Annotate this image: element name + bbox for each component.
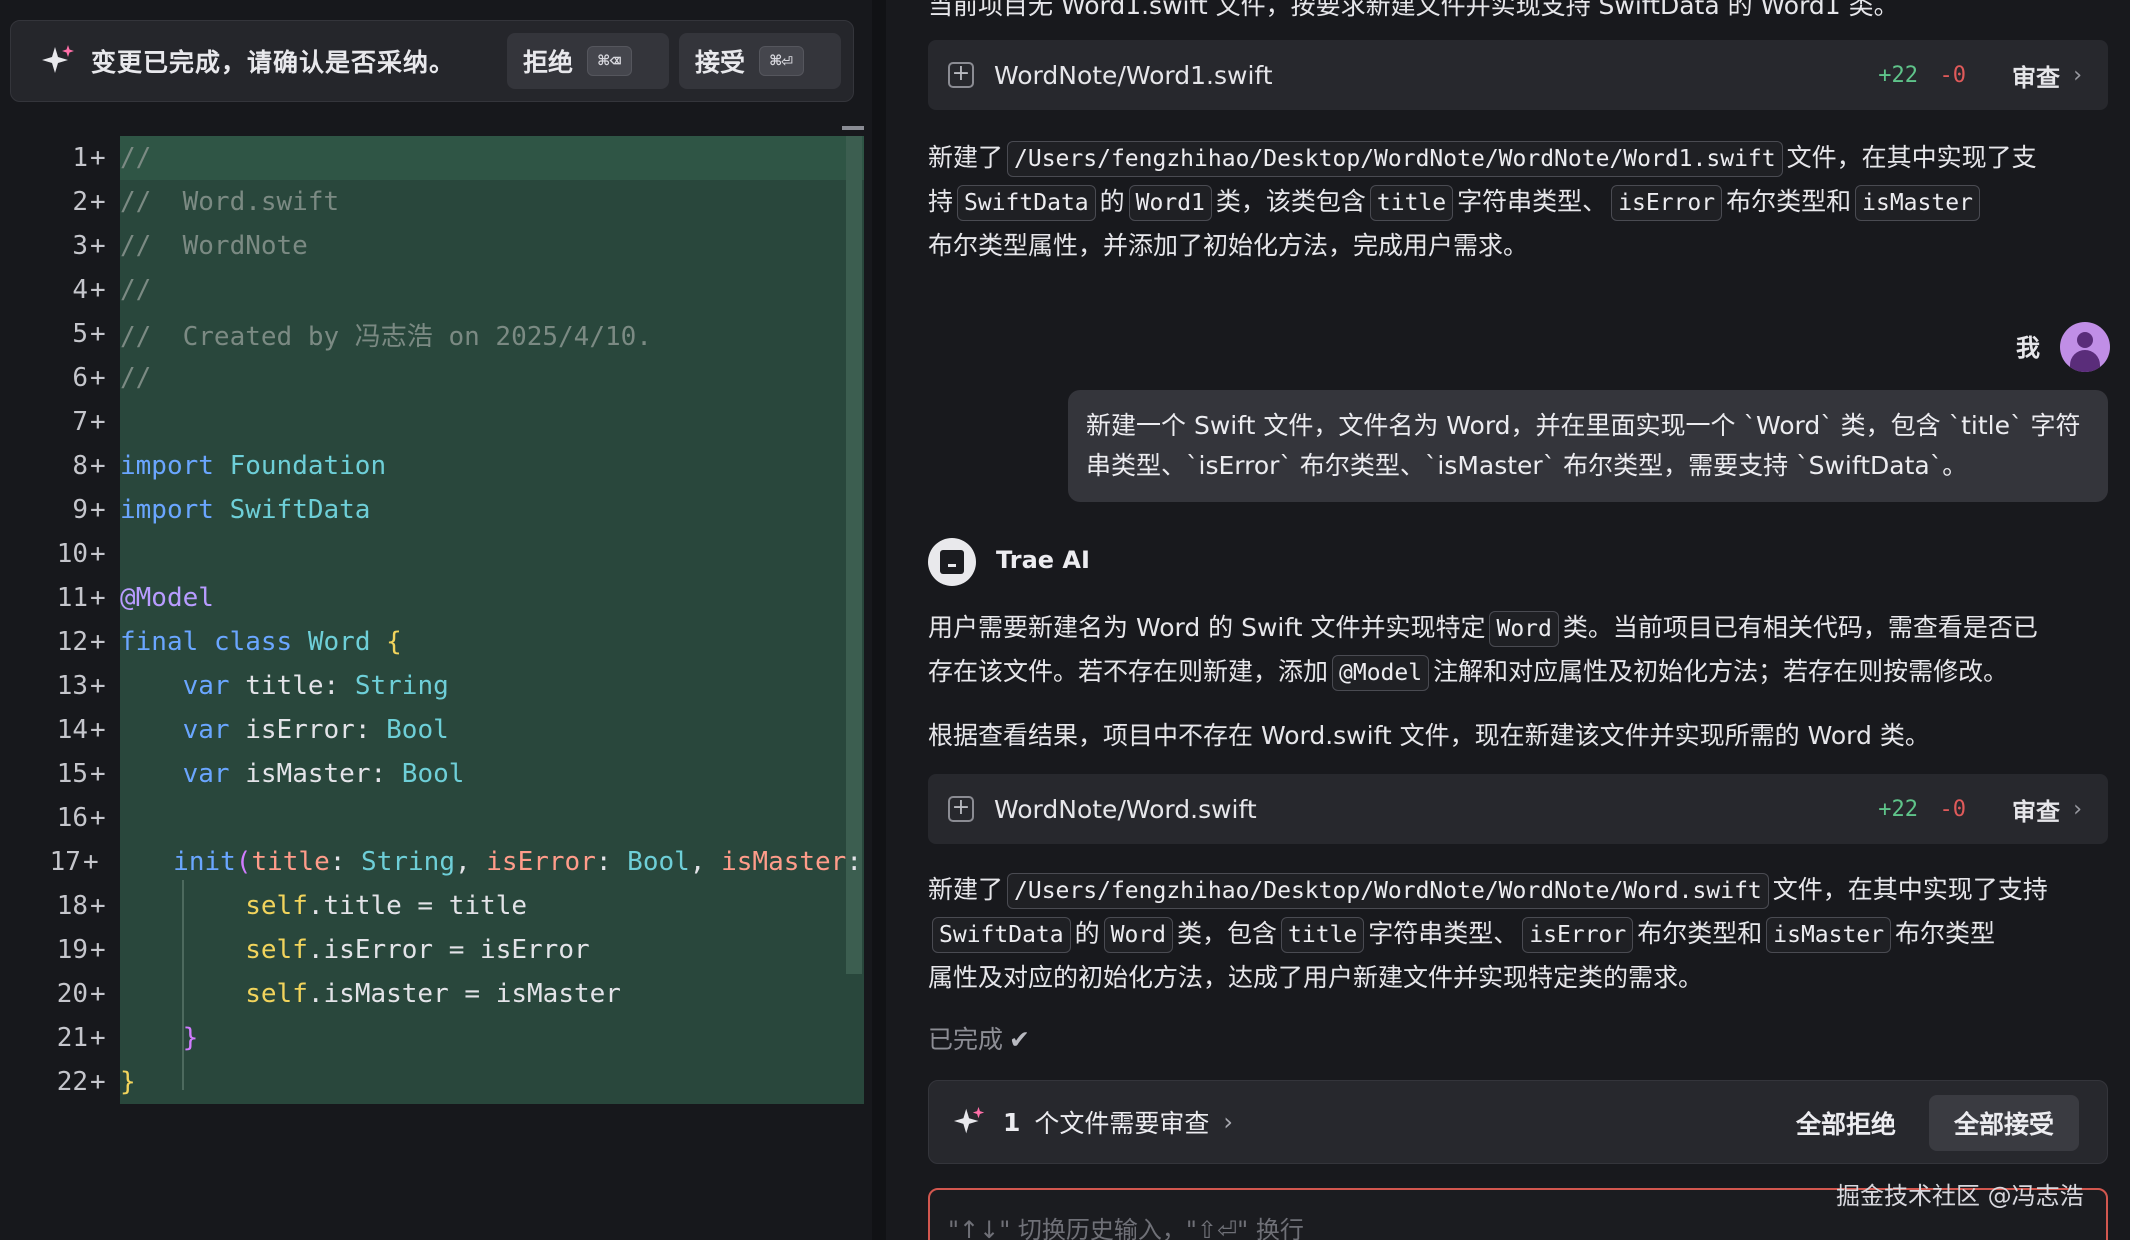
accept-label: 接受 — [695, 48, 746, 77]
plus-square-icon: + — [948, 796, 974, 822]
reject-button[interactable]: 拒绝 ⌘⌫ — [507, 33, 669, 89]
accept-all-button[interactable]: 全部接受 — [1929, 1095, 2079, 1151]
ai-summary: 新建了/Users/fengzhihao/Desktop/WordNote/Wo… — [928, 873, 2048, 992]
inline-code: Word — [1489, 611, 1559, 647]
user-avatar — [2060, 322, 2110, 372]
scrollbar-marker — [842, 126, 864, 130]
watermark: 掘金技术社区 @冯志浩 — [1836, 1182, 2084, 1210]
code-line: 3 + // WordNote — [72, 231, 308, 261]
code-line: 9 + import SwiftData — [72, 495, 371, 525]
user-message-bubble: 新建一个 Swift 文件，文件名为 Word，并在里面实现一个 `Word` … — [1068, 390, 2108, 502]
chevron-right-icon: › — [2073, 796, 2082, 822]
inline-code: isMaster — [1855, 185, 1980, 221]
user-name: 我 — [2016, 334, 2040, 362]
pane-resize-handle[interactable] — [872, 0, 886, 1240]
inline-code: /Users/fengzhihao/Desktop/WordNote/WordN… — [1007, 141, 1783, 177]
inline-code: /Users/fengzhihao/Desktop/WordNote/WordN… — [1007, 873, 1769, 909]
code-line: 10 + — [56, 539, 106, 569]
lines-added: +22 — [1878, 796, 1918, 822]
lines-removed: -0 — [1939, 62, 1967, 88]
code-line: 8 + import Foundation — [72, 451, 387, 481]
code-line: 13 + var title: String — [56, 671, 449, 701]
code-line: 2 + // Word.swift — [72, 187, 340, 217]
sparkle-icon — [953, 1106, 985, 1134]
chevron-right-icon[interactable]: › — [1223, 1108, 1233, 1136]
inline-code: @Model — [1332, 655, 1430, 691]
code-line: 20 + self.isMaster = isMaster — [56, 979, 621, 1009]
accept-button[interactable]: 接受 ⌘⏎ — [679, 33, 841, 89]
chat-pane: 当前项目无 Word1.swift 文件，按要求新建文件并实现支持 SwiftD… — [886, 0, 2130, 1240]
file-name: WordNote/Word.swift — [994, 794, 1257, 824]
inline-code: SwiftData — [957, 185, 1096, 221]
reject-label: 拒绝 — [523, 48, 574, 77]
reject-all-button[interactable]: 全部拒绝 — [1781, 1095, 1911, 1151]
ai-summary: 新建了/Users/fengzhihao/Desktop/WordNote/Wo… — [928, 141, 2037, 260]
pending-file-count: 1 — [1003, 1107, 1021, 1137]
inline-code: isError — [1611, 185, 1723, 221]
file-change-card[interactable]: + WordNote/Word.swift +22 -0 审查 › — [928, 774, 2108, 844]
inline-code: isError — [1522, 917, 1634, 953]
code-line: 18 + self.title = title — [56, 891, 528, 921]
accept-shortcut: ⌘⏎ — [759, 46, 804, 76]
inline-code: SwiftData — [932, 917, 1071, 953]
review-link[interactable]: 审查 — [2012, 792, 2060, 827]
code-line: 6 + // — [72, 363, 152, 393]
review-link[interactable]: 审查 — [2012, 58, 2060, 93]
inline-code: title — [1369, 185, 1454, 221]
inline-code: isMaster — [1766, 917, 1892, 953]
code-editor-pane: 变更已完成，请确认是否采纳。 拒绝 ⌘⌫ 接受 ⌘⏎ ^N ^Y 1+ // 2… — [0, 0, 872, 1240]
code-line: 22 + } — [56, 1067, 136, 1097]
inline-code: Word — [1103, 917, 1174, 953]
pending-review-bar: 1 个文件需要审查 › 全部拒绝 全部接受 — [928, 1080, 2108, 1164]
lines-removed: -0 — [1939, 796, 1967, 822]
change-review-bar: 变更已完成，请确认是否采纳。 拒绝 ⌘⌫ 接受 ⌘⏎ — [10, 20, 854, 102]
sparkle-icon — [42, 45, 74, 73]
code-line: 21 + } — [56, 1023, 199, 1053]
ai-message: 用户需要新建名为 Word 的 Swift 文件并实现特定 Word 类。当前项目已… — [928, 606, 2108, 694]
file-change-card[interactable]: + WordNote/Word1.swift +22 -0 审查 › — [928, 40, 2108, 110]
pending-files-link[interactable]: 个文件需要审查 — [1034, 1104, 1209, 1140]
trae-ai-avatar — [928, 538, 976, 586]
file-name: WordNote/Word1.swift — [994, 60, 1273, 90]
lines-added: +22 — [1878, 62, 1918, 88]
code-line: 16 + — [56, 803, 106, 833]
plus-square-icon: + — [948, 62, 974, 88]
code-line: 15 + var isMaster: Bool — [56, 759, 465, 789]
code-line: 4 + // — [72, 275, 152, 305]
code-line: 12 + final class Word { — [56, 627, 402, 657]
assistant-name: Trae AI — [996, 546, 1090, 574]
inline-code: title — [1281, 917, 1365, 953]
chevron-right-icon: › — [2073, 62, 2082, 88]
code-line: 14 + var isError: Bool — [56, 715, 449, 745]
code-line: 7 + — [72, 407, 106, 437]
code-line: 11 + @Model — [56, 583, 214, 613]
inline-code: Word1 — [1128, 185, 1212, 221]
review-message: 变更已完成，请确认是否采纳。 — [91, 48, 456, 77]
chat-input-placeholder: "↑↓" 切换历史输入，"⇧⏎" 换行 — [948, 1216, 1304, 1240]
code-line: 17 + init(title: String, isError: Bool, i… — [49, 847, 862, 877]
code-line: 5 + // Created by 冯志浩 on 2025/4/10. — [72, 319, 652, 352]
ai-message: 根据查看结果，项目中不存在 Word.swift 文件，现在新建该文件并实现所需… — [928, 721, 1930, 750]
reject-shortcut: ⌘⌫ — [587, 46, 632, 76]
checkmark-icon: ✔ — [1009, 1025, 1030, 1054]
code-line: 19 + self.isError = isError — [56, 935, 590, 965]
code-area[interactable]: 1 + // 2 + // Word.swift 3 + // WordNote 4 +… — [0, 126, 864, 1232]
code-line: 1 + // — [72, 143, 152, 173]
chat-message-text: 当前项目无 Word1.swift 文件，按要求新建文件并实现支持 SwiftD… — [928, 0, 1899, 20]
completed-status: 已完成 ✔ — [928, 1025, 1030, 1054]
